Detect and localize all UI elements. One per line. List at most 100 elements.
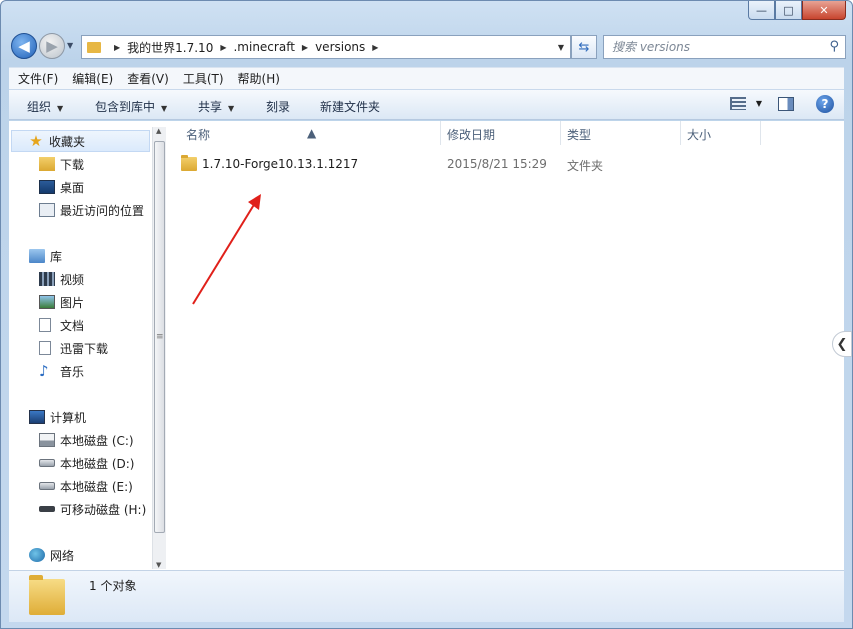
sidebar-item-label: 迅雷下载 (60, 341, 109, 356)
pictures-icon (39, 295, 55, 309)
sidebar-item-drive-e[interactable]: 本地磁盘 (E:) (9, 475, 152, 497)
close-button[interactable]: ✕ (802, 1, 846, 20)
minimize-button[interactable]: — (748, 1, 775, 20)
column-header-size[interactable]: 大小 (687, 126, 711, 143)
breadcrumb-chevron-icon[interactable]: ▶ (372, 43, 378, 52)
desktop-icon (39, 180, 55, 194)
sidebar-item-pictures[interactable]: 图片 (9, 291, 152, 313)
sidebar-item-music[interactable]: ♪ 音乐 (9, 360, 152, 382)
folder-icon (181, 155, 197, 171)
folder-icon (29, 575, 65, 615)
chevron-down-icon: ▼ (228, 104, 235, 113)
column-divider[interactable] (760, 121, 761, 145)
recent-places-icon (39, 203, 55, 217)
sidebar-item-drive-c[interactable]: 本地磁盘 (C:) (9, 429, 152, 451)
sidebar-item-downloads[interactable]: 下载 (9, 153, 152, 175)
breadcrumb-item[interactable]: 我的世界1.7.10 (127, 39, 213, 56)
sidebar-item-drive-h[interactable]: 可移动磁盘 (H:) (9, 498, 152, 520)
sidebar-item-label: 收藏夹 (49, 134, 86, 149)
details-pane: 1 个对象 (9, 570, 844, 622)
navigation-scrollbar[interactable]: ▲ ≡ ▼ (152, 127, 166, 569)
documents-icon (39, 341, 51, 355)
sidebar-item-network[interactable]: 网络 (9, 544, 152, 566)
sort-caret-icon: ▲ (307, 126, 317, 140)
menu-file[interactable]: 文件(F) (9, 70, 63, 87)
sidebar-item-label: 视频 (60, 272, 85, 287)
breadcrumb-chevron-icon[interactable]: ▶ (114, 43, 120, 52)
refresh-icon: ⇆ (578, 39, 590, 55)
item-count: 1 个对象 (89, 579, 137, 593)
sidebar-item-label: 桌面 (60, 180, 85, 195)
column-divider[interactable] (680, 121, 681, 145)
column-divider[interactable] (560, 121, 561, 145)
refresh-button[interactable]: ⇆ (571, 35, 597, 59)
hard-drive-icon (39, 459, 55, 467)
recent-pages-dropdown-icon[interactable]: ▼ (67, 41, 73, 50)
address-bar[interactable]: ▶ 我的世界1.7.10 ▶ .minecraft ▶ versions ▶ ▼ (81, 35, 571, 59)
grip-icon: ≡ (156, 332, 163, 342)
include-library-label: 包含到库中 (95, 100, 156, 114)
new-folder-button[interactable]: 新建文件夹 (320, 98, 380, 115)
folder-icon (87, 41, 101, 53)
sidebar-item-documents[interactable]: 文档 (9, 314, 152, 336)
maximize-button[interactable]: □ (775, 1, 802, 20)
help-icon[interactable]: ? (816, 95, 834, 113)
caption-buttons: — □ ✕ (748, 1, 846, 20)
column-header-name[interactable]: 名称 (186, 126, 210, 143)
sidebar-item-videos[interactable]: 视频 (9, 268, 152, 290)
search-icon[interactable]: ⚲ (829, 39, 839, 54)
address-dropdown-icon[interactable]: ▼ (558, 43, 564, 52)
content-area: ★ 收藏夹 下载 桌面 最近访问的位置 库 视频 图片 文档 迅雷下载 ♪ 音乐… (9, 121, 852, 570)
menu-bar: 文件(F) 编辑(E) 查看(V) 工具(T) 帮助(H) (9, 67, 844, 89)
chevron-left-icon: ❮ (836, 336, 848, 352)
preview-pane-icon[interactable] (778, 97, 794, 111)
column-header-type[interactable]: 类型 (567, 126, 591, 143)
sidebar-item-computer[interactable]: 计算机 (9, 406, 152, 428)
scroll-up-icon[interactable]: ▲ (156, 127, 161, 135)
menu-help[interactable]: 帮助(H) (229, 70, 285, 87)
sidebar-item-drive-d[interactable]: 本地磁盘 (D:) (9, 452, 152, 474)
burn-label: 刻录 (266, 100, 291, 114)
breadcrumb-chevron-icon[interactable]: ▶ (220, 43, 226, 52)
sidebar-item-recent-places[interactable]: 最近访问的位置 (9, 199, 152, 221)
sidebar-item-favorites[interactable]: ★ 收藏夹 (11, 130, 150, 152)
sidebar-item-label: 音乐 (60, 364, 85, 379)
collapse-pane-button[interactable]: ❮ (832, 331, 852, 357)
sidebar-item-libraries[interactable]: 库 (9, 245, 152, 267)
file-row[interactable]: 1.7.10-Forge10.13.1.1217 (181, 153, 358, 175)
chevron-down-icon: ▼ (161, 104, 168, 113)
breadcrumb-chevron-icon[interactable]: ▶ (302, 43, 308, 52)
include-library-button[interactable]: 包含到库中 ▼ (95, 98, 167, 115)
menu-edit[interactable]: 编辑(E) (63, 70, 118, 87)
downloads-folder-icon (39, 157, 55, 171)
sidebar-item-label: 网络 (50, 548, 75, 563)
search-box[interactable]: ⚲ (603, 35, 846, 59)
library-icon (29, 249, 45, 263)
share-button[interactable]: 共享 ▼ (198, 98, 234, 115)
menu-tools[interactable]: 工具(T) (174, 70, 229, 87)
documents-icon (39, 318, 51, 332)
organize-button[interactable]: 组织 ▼ (27, 98, 63, 115)
search-input[interactable] (612, 40, 812, 54)
menu-view[interactable]: 查看(V) (118, 70, 174, 87)
scroll-down-icon[interactable]: ▼ (156, 561, 161, 569)
breadcrumb-item[interactable]: .minecraft (233, 40, 294, 54)
column-header-modified[interactable]: 修改日期 (447, 126, 495, 143)
sidebar-item-label: 计算机 (50, 410, 87, 425)
sidebar-item-desktop[interactable]: 桌面 (9, 176, 152, 198)
back-button[interactable]: ◀ (11, 33, 37, 59)
column-divider[interactable] (440, 121, 441, 145)
removable-drive-icon (39, 506, 55, 512)
chevron-down-icon[interactable]: ▼ (756, 99, 762, 108)
sidebar-item-label: 库 (50, 249, 63, 264)
burn-button[interactable]: 刻录 (266, 98, 290, 115)
file-type: 文件夹 (567, 159, 604, 173)
navigation-pane: ★ 收藏夹 下载 桌面 最近访问的位置 库 视频 图片 文档 迅雷下载 ♪ 音乐… (9, 121, 152, 570)
forward-button[interactable]: ▶ (39, 33, 65, 59)
file-list: ▲ 名称 修改日期 类型 大小 1.7.10-Forge10.13.1.1217… (169, 121, 852, 570)
command-bar: 组织 ▼ 包含到库中 ▼ 共享 ▼ 刻录 新建文件夹 ▼ ? (9, 89, 844, 120)
view-options-icon[interactable] (730, 97, 746, 110)
sidebar-item-label: 文档 (60, 318, 85, 333)
breadcrumb-item[interactable]: versions (315, 40, 365, 54)
sidebar-item-thunder-downloads[interactable]: 迅雷下载 (9, 337, 152, 359)
